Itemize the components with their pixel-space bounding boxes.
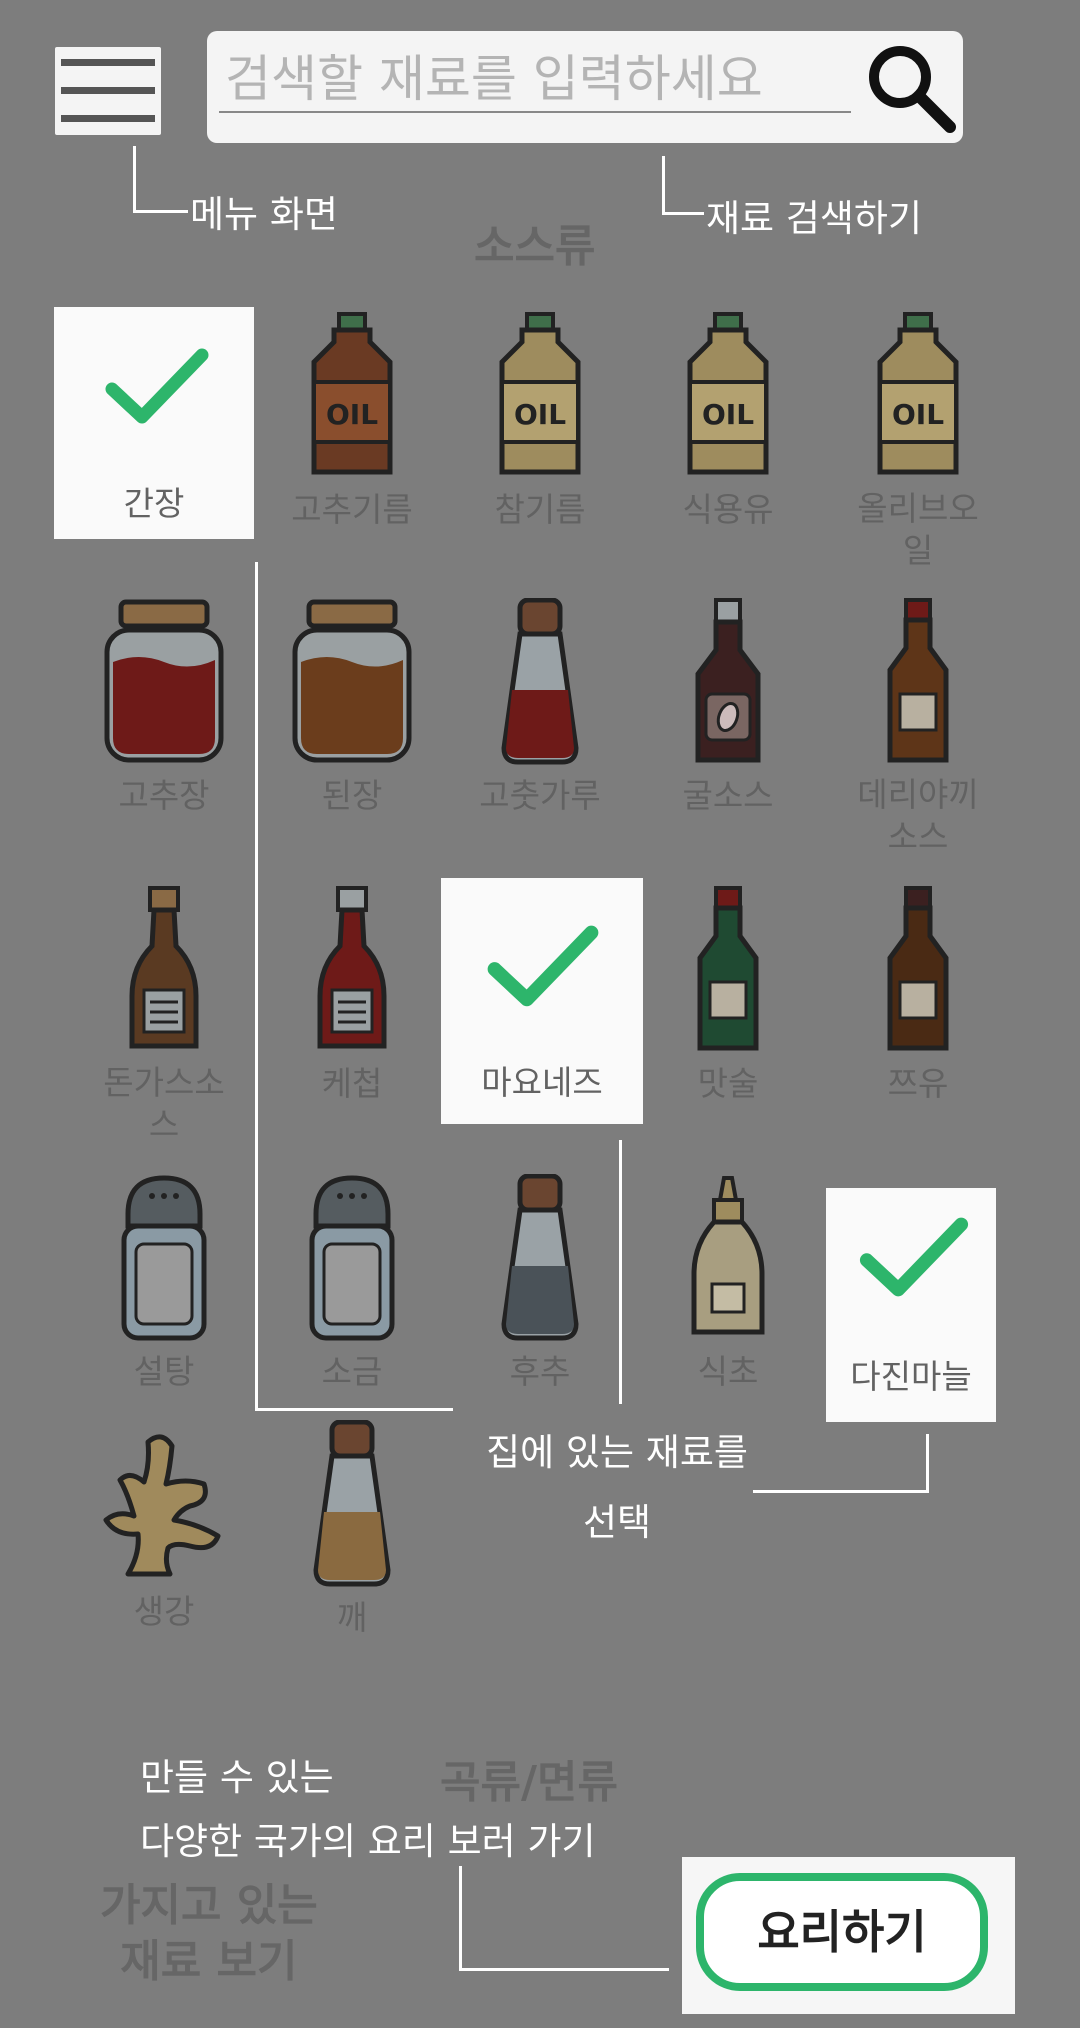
salt-shaker-icon xyxy=(121,1175,207,1341)
ingredient-mayonnaise[interactable]: 마요네즈 xyxy=(441,878,643,1124)
jar-icon xyxy=(292,599,412,763)
salt-shaker-icon xyxy=(309,1175,395,1341)
svg-text:OIL: OIL xyxy=(514,398,566,431)
ingredient-label: 소스 xyxy=(887,817,949,856)
search-annotation: 재료 검색하기 xyxy=(706,197,923,240)
owned-ingredients-line1: 가지고 있는 xyxy=(100,1880,318,1931)
ingredient-label: 식용유 xyxy=(682,490,774,529)
shaker-icon xyxy=(501,598,579,765)
ingredient-label: 생강 xyxy=(133,1592,195,1631)
cook-button-area: 요리하기 xyxy=(682,1857,1015,2014)
select-annotation-line1: 집에 있는 재료를 xyxy=(486,1431,748,1474)
ingredient-label: 소금 xyxy=(321,1352,383,1391)
ingredient-label: 마요네즈 xyxy=(481,1063,603,1102)
ingredient-cooking-oil[interactable]: OIL 식용유 xyxy=(638,312,818,532)
svg-text:OIL: OIL xyxy=(326,398,378,431)
ingredient-label: 설탕 xyxy=(133,1352,195,1391)
ingredient-label: 맛술 xyxy=(697,1064,759,1103)
cook-annotation-line2: 다양한 국가의 요리 보러 가기 xyxy=(140,1820,596,1863)
ingredient-label: 간장 xyxy=(123,484,185,523)
ingredient-label: 참기름 xyxy=(494,490,586,529)
ingredient-label: 데리야끼 xyxy=(857,775,979,814)
ingredient-label: 다진마늘 xyxy=(850,1357,972,1396)
ingredient-tonkatsu-sauce[interactable]: 돈가스소 스 xyxy=(74,886,254,1146)
oil-bottle-icon: OIL xyxy=(499,312,581,475)
ingredient-ginger[interactable]: 생강 xyxy=(74,1424,254,1634)
ingredient-teriyaki-sauce[interactable]: 데리야끼 소스 xyxy=(828,598,1008,858)
ingredient-label: 일 xyxy=(902,531,934,570)
search-icon[interactable] xyxy=(862,39,958,135)
ingredient-label: 고춧가루 xyxy=(479,776,601,815)
ingredient-label: 된장 xyxy=(321,776,383,815)
svg-text:OIL: OIL xyxy=(702,398,754,431)
ingredient-salt[interactable]: 소금 xyxy=(262,1174,442,1394)
ingredient-label: 깨 xyxy=(336,1598,368,1637)
squeeze-bottle-icon xyxy=(691,1176,765,1335)
ingredient-label: 식초 xyxy=(697,1352,759,1391)
ingredient-pepper[interactable]: 후추 xyxy=(450,1174,630,1394)
cook-annotation-line1: 만들 수 있는 xyxy=(140,1756,334,1799)
ingredient-label: 후추 xyxy=(509,1352,571,1391)
ingredient-label: 케첩 xyxy=(321,1064,383,1103)
check-icon xyxy=(105,348,209,424)
search-bar xyxy=(207,31,963,143)
oil-bottle-icon: OIL xyxy=(877,312,959,475)
sauce-bottle-icon xyxy=(697,886,759,1051)
check-icon xyxy=(859,1217,969,1297)
ingredient-tsuyu[interactable]: 쯔유 xyxy=(828,886,1008,1106)
sauce-bottle-icon xyxy=(887,598,949,763)
ingredient-chili-oil[interactable]: OIL 고추기름 xyxy=(262,312,442,532)
ingredient-label: 굴소스 xyxy=(682,776,774,815)
ingredient-ketchup[interactable]: 케첩 xyxy=(262,886,442,1106)
ingredient-label: 고추기름 xyxy=(291,490,413,529)
ingredient-oyster-sauce[interactable]: 굴소스 xyxy=(638,598,818,818)
ingredient-minced-garlic[interactable]: 다진마늘 xyxy=(826,1188,996,1422)
sauce-bottle-icon xyxy=(317,886,387,1049)
ingredient-doenjang[interactable]: 된장 xyxy=(262,598,442,818)
ingredient-vinegar[interactable]: 식초 xyxy=(638,1174,818,1394)
oil-bottle-icon: OIL xyxy=(311,312,393,475)
oil-bottle-icon: OIL xyxy=(687,312,769,475)
menu-annotation: 메뉴 화면 xyxy=(190,193,338,236)
ingredient-label: 돈가스소 xyxy=(103,1063,225,1102)
search-input[interactable] xyxy=(219,47,851,113)
ingredient-sugar[interactable]: 설탕 xyxy=(74,1174,254,1394)
select-annotation-line2: 선택 xyxy=(582,1501,652,1544)
menu-button[interactable] xyxy=(55,47,161,135)
owned-ingredients-line2: 재료 보기 xyxy=(120,1936,298,1987)
ingredient-chili-powder[interactable]: 고춧가루 xyxy=(450,598,630,818)
jar-icon xyxy=(104,599,224,763)
ingredient-label: 올리브오 xyxy=(857,489,979,528)
ingredient-label: 스 xyxy=(148,1105,180,1144)
ingredient-label: 쯔유 xyxy=(887,1064,949,1103)
shaker-icon xyxy=(501,1174,579,1341)
ingredient-sesame[interactable]: 깨 xyxy=(262,1420,442,1640)
ingredient-gochujang[interactable]: 고추장 xyxy=(74,598,254,818)
ginger-icon xyxy=(103,1434,221,1577)
sauce-bottle-icon xyxy=(887,886,949,1051)
ingredient-olive-oil[interactable]: OIL 올리브오 일 xyxy=(828,312,1008,572)
ingredient-mirin[interactable]: 맛술 xyxy=(638,886,818,1106)
ingredient-label: 고추장 xyxy=(118,776,210,815)
check-icon xyxy=(487,925,599,1007)
sauce-bottle-icon xyxy=(129,886,199,1049)
svg-text:OIL: OIL xyxy=(892,398,944,431)
section-title-sauce: 소스류 xyxy=(474,221,596,272)
sauce-bottle-icon xyxy=(695,598,761,763)
cook-button[interactable]: 요리하기 xyxy=(696,1873,988,1991)
shaker-icon xyxy=(313,1420,391,1587)
ingredient-soy-sauce[interactable]: 간장 xyxy=(54,307,254,539)
ingredient-sesame-oil[interactable]: OIL 참기름 xyxy=(450,312,630,532)
